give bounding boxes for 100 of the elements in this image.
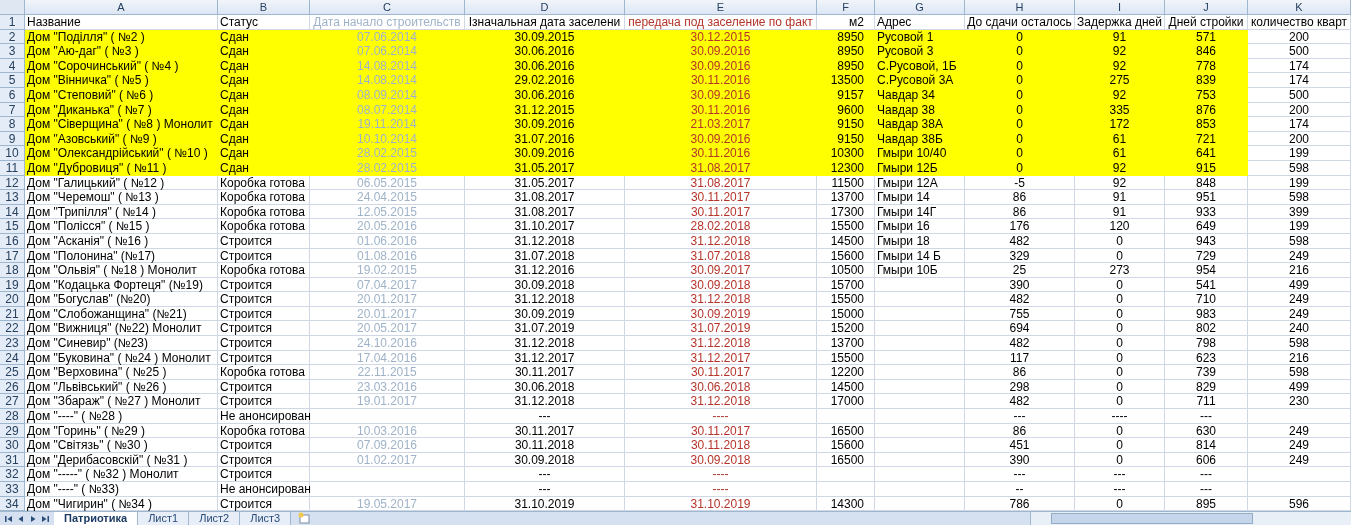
table-cell: 31.12.2018 <box>625 336 817 351</box>
table-cell: --- <box>1075 482 1165 497</box>
table-cell: 30.11.2016 <box>625 146 817 161</box>
sheet-tab[interactable]: Лист3 <box>240 512 292 526</box>
table-cell: Сдан <box>218 44 310 59</box>
table-cell: 482 <box>965 292 1075 307</box>
table-cell: 31.05.2017 <box>465 175 625 191</box>
column-header[interactable]: E <box>625 0 817 15</box>
table-cell: ---- <box>625 482 817 497</box>
table-cell: Задержка дней <box>1075 15 1165 30</box>
table-cell: --- <box>1165 467 1248 482</box>
table-cell: 0 <box>1075 423 1165 439</box>
sheet-tab[interactable]: Патриотика <box>54 512 139 526</box>
table-cell: Русовой 3 <box>875 44 965 59</box>
table-cell: ---- <box>1075 409 1165 424</box>
row-header[interactable]: 1 <box>0 15 25 30</box>
column-header[interactable]: K <box>1248 0 1351 15</box>
last-sheet-icon[interactable] <box>40 513 50 524</box>
table-cell: 06.05.2015 <box>310 175 465 191</box>
next-sheet-icon[interactable] <box>28 513 38 524</box>
table-cell: 91 <box>1075 190 1165 205</box>
table-cell: 01.02.2017 <box>310 452 465 468</box>
table-cell: 606 <box>1165 452 1248 468</box>
first-sheet-icon[interactable] <box>4 513 14 524</box>
table-cell: 500 <box>1248 44 1351 59</box>
row-header[interactable]: 23 <box>0 336 25 351</box>
row-header[interactable]: 20 <box>0 292 25 307</box>
table-cell: 230 <box>1248 394 1351 410</box>
row-header[interactable]: 32 <box>0 467 25 482</box>
table-cell: 14500 <box>817 379 875 395</box>
table-cell: 541 <box>1165 277 1248 293</box>
sheet-tab[interactable]: Лист2 <box>189 512 241 526</box>
table-cell: Гмыри 14 <box>875 190 965 205</box>
column-header[interactable]: B <box>218 0 310 15</box>
sheet-tab[interactable]: Лист1 <box>138 512 190 526</box>
table-cell: Дом "Світязь" ( №30 ) <box>25 438 218 453</box>
previous-sheet-icon[interactable] <box>16 513 26 524</box>
column-header[interactable]: C <box>310 0 465 15</box>
table-cell: Дней стройки <box>1165 15 1248 30</box>
row-header[interactable]: 22 <box>0 321 25 337</box>
table-cell: 249 <box>1248 423 1351 439</box>
table-cell: 16500 <box>817 423 875 439</box>
row-header[interactable]: 13 <box>0 190 25 205</box>
row-header[interactable]: 18 <box>0 263 25 278</box>
table-cell: ---- <box>625 467 817 482</box>
row-header[interactable]: 5 <box>0 73 25 88</box>
table-cell: 13700 <box>817 336 875 351</box>
table-cell: 15500 <box>817 292 875 307</box>
table-cell: Дом "Вінничка" ( №5 ) <box>25 73 218 88</box>
row-header[interactable]: 15 <box>0 219 25 234</box>
table-cell: 649 <box>1165 219 1248 234</box>
table-cell: 30.11.2016 <box>625 73 817 88</box>
table-cell: 92 <box>1075 44 1165 59</box>
table-cell: --- <box>465 409 625 424</box>
table-cell: -- <box>965 482 1075 497</box>
row-header[interactable]: 28 <box>0 409 25 424</box>
table-cell: 30.09.2018 <box>625 277 817 293</box>
table-cell: 15200 <box>817 321 875 337</box>
table-cell: 07.06.2014 <box>310 44 465 59</box>
table-cell: 30.09.2019 <box>625 306 817 322</box>
table-cell: 0 <box>1075 248 1165 264</box>
column-header[interactable]: D <box>465 0 625 15</box>
row-header[interactable]: 33 <box>0 482 25 497</box>
horizontal-scrollbar[interactable] <box>1030 512 1351 526</box>
table-cell: 30.09.2018 <box>625 452 817 468</box>
table-cell: 30.11.2017 <box>465 365 625 380</box>
row-header[interactable]: 30 <box>0 438 25 453</box>
table-cell: Гмыри 14 Б <box>875 248 965 264</box>
table-cell: --- <box>1165 482 1248 497</box>
column-header[interactable]: F <box>817 0 875 15</box>
row-header[interactable]: 27 <box>0 394 25 410</box>
table-cell: 15600 <box>817 438 875 453</box>
table-cell: Гмыри 16 <box>875 219 965 234</box>
table-cell: 0 <box>1075 379 1165 395</box>
column-header[interactable]: G <box>875 0 965 15</box>
table-cell: Дом "Збараж" ( №27 ) Монолит <box>25 394 218 410</box>
table-cell: 15600 <box>817 248 875 264</box>
table-cell: 199 <box>1248 219 1351 234</box>
table-cell: --- <box>1075 467 1165 482</box>
table-cell: 31.08.2017 <box>465 190 625 205</box>
table-cell: 30.11.2017 <box>625 204 817 220</box>
row-header[interactable]: 10 <box>0 146 25 161</box>
table-cell: 19.02.2015 <box>310 263 465 278</box>
column-header[interactable]: H <box>965 0 1075 15</box>
column-header[interactable]: J <box>1165 0 1248 15</box>
table-cell: 31.07.2018 <box>465 248 625 264</box>
column-header[interactable]: A <box>25 0 218 15</box>
table-cell: --- <box>965 409 1075 424</box>
table-cell: 249 <box>1248 292 1351 307</box>
column-header[interactable]: I <box>1075 0 1165 15</box>
row-header[interactable]: 3 <box>0 44 25 59</box>
row-header[interactable]: 8 <box>0 117 25 132</box>
table-cell: --- <box>465 467 625 482</box>
table-cell: 216 <box>1248 350 1351 366</box>
table-cell: 710 <box>1165 292 1248 307</box>
row-header[interactable]: 25 <box>0 365 25 380</box>
table-cell: 500 <box>1248 87 1351 103</box>
table-cell: 729 <box>1165 248 1248 264</box>
table-cell: Гмыри 12А <box>875 175 965 191</box>
table-cell: 30.09.2019 <box>465 306 625 322</box>
